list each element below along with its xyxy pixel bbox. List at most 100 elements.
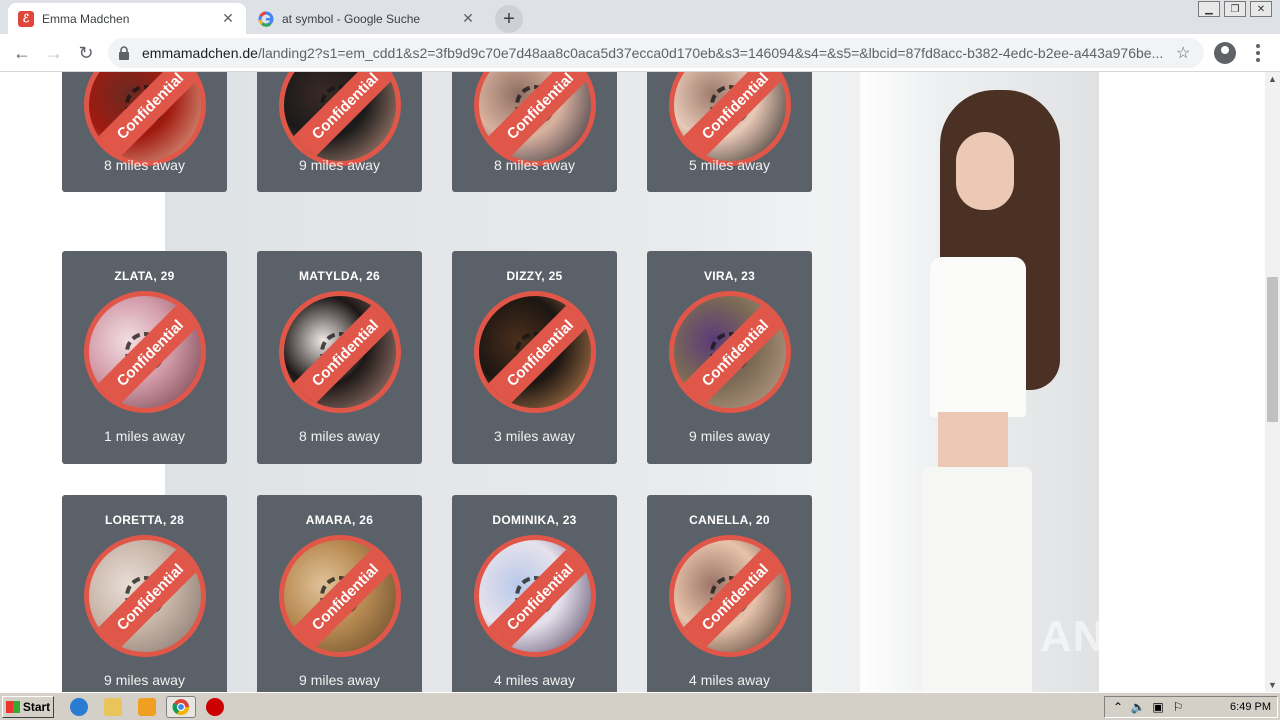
profile-distance: 1 miles away <box>104 428 185 444</box>
profile-avatar[interactable]: Confidential <box>84 72 206 166</box>
clock: 6:49 PM <box>1230 701 1271 713</box>
model-photo <box>860 72 1099 692</box>
profile-avatar[interactable]: Confidential <box>279 72 401 166</box>
confidential-ribbon: Confidential <box>284 540 396 652</box>
windows-taskbar: Start ⌃ 🔈 ▣ ⚐ 6:49 PM <box>0 692 1280 720</box>
close-tab-icon[interactable]: ✕ <box>460 10 476 27</box>
tab-strip: ℰ Emma Madchen ✕ at symbol - Google Such… <box>0 0 1280 34</box>
reload-icon[interactable]: ↻ <box>74 41 98 65</box>
profile-card[interactable]: DOMINIKA, 23 Confidential 4 miles away <box>452 495 617 692</box>
profile-card[interactable]: Confidential 8 miles away <box>62 72 227 192</box>
profile-card[interactable]: ZLATA, 29 Confidential 1 miles away <box>62 251 227 464</box>
profile-avatar-icon[interactable] <box>1214 42 1236 64</box>
profile-name: CANELLA, 20 <box>689 513 770 527</box>
tab-google-search[interactable]: at symbol - Google Suche ✕ <box>248 3 486 34</box>
profile-avatar[interactable]: Confidential <box>474 291 596 413</box>
close-tab-icon[interactable]: ✕ <box>220 10 236 27</box>
tab-emma-madchen[interactable]: ℰ Emma Madchen ✕ <box>8 3 246 34</box>
profile-avatar[interactable]: Confidential <box>669 72 791 166</box>
profile-distance: 5 miles away <box>689 157 770 173</box>
new-tab-button[interactable]: + <box>495 5 523 33</box>
profile-name: LORETTA, 28 <box>104 513 185 527</box>
scroll-up-icon[interactable]: ▲ <box>1268 74 1277 84</box>
profile-distance: 3 miles away <box>494 428 575 444</box>
chrome-taskbar-button[interactable] <box>166 696 196 718</box>
profile-name: MATYLDA, 26 <box>298 269 381 283</box>
volume-icon[interactable]: 🔈 <box>1131 700 1146 714</box>
profile-distance: 9 miles away <box>299 157 380 173</box>
profile-distance: 8 miles away <box>494 157 575 173</box>
url-text: emmamadchen.de/landing2?s1=em_cdd1&s2=3f… <box>142 45 1170 61</box>
address-bar[interactable]: emmamadchen.de/landing2?s1=em_cdd1&s2=3f… <box>108 38 1204 68</box>
page-scrollbar[interactable]: ▲ ▼ <box>1265 72 1280 692</box>
profile-avatar[interactable]: Confidential <box>669 291 791 413</box>
profile-card[interactable]: MATYLDA, 26 Confidential 8 miles away <box>257 251 422 464</box>
stop-icon[interactable] <box>206 698 224 716</box>
profile-distance: 4 miles away <box>494 672 575 688</box>
profile-name: AMARA, 26 <box>305 513 374 527</box>
profile-name: VIRA, 23 <box>703 269 756 283</box>
network-icon[interactable]: ▣ <box>1151 700 1165 714</box>
profile-card[interactable]: CANELLA, 20 Confidential 4 miles away <box>647 495 812 692</box>
forward-arrow-icon[interactable]: → <box>42 41 66 65</box>
back-arrow-icon[interactable]: ← <box>10 41 34 65</box>
profile-card[interactable]: AMARA, 26 Confidential 9 miles away <box>257 495 422 692</box>
profile-card[interactable]: VIRA, 23 Confidential 9 miles away <box>647 251 812 464</box>
profile-name: DIZZY, 25 <box>506 269 563 283</box>
profile-distance: 8 miles away <box>299 428 380 444</box>
confidential-ribbon: Confidential <box>479 296 591 408</box>
profile-card[interactable]: Confidential 9 miles away <box>257 72 422 192</box>
profile-card[interactable]: Confidential 5 miles away <box>647 72 812 192</box>
scroll-down-icon[interactable]: ▼ <box>1268 680 1277 690</box>
google-favicon-icon <box>258 11 274 27</box>
emma-favicon-icon: ℰ <box>18 10 34 27</box>
browser-menu-icon[interactable] <box>1248 42 1268 64</box>
profile-distance: 4 miles away <box>689 672 770 688</box>
restore-icon[interactable]: ❐ <box>1224 1 1246 17</box>
profile-card[interactable]: LORETTA, 28 Confidential 9 miles away <box>62 495 227 692</box>
system-tray: ⌃ 🔈 ▣ ⚐ 6:49 PM <box>1104 696 1278 718</box>
confidential-ribbon: Confidential <box>674 296 786 408</box>
page-viewport: Confidential 8 miles away Confidential 9 mi… <box>0 72 1265 692</box>
tab-title: Emma Madchen <box>42 11 130 26</box>
confidential-ribbon: Confidential <box>284 296 396 408</box>
confidential-ribbon: Confidential <box>89 296 201 408</box>
close-window-icon[interactable]: ✕ <box>1250 1 1272 17</box>
tray-expand-icon[interactable]: ⌃ <box>1111 700 1125 714</box>
confidential-ribbon: Confidential <box>479 540 591 652</box>
profile-avatar[interactable]: Confidential <box>669 535 791 657</box>
profile-avatar[interactable]: Confidential <box>279 535 401 657</box>
start-label: Start <box>22 700 51 714</box>
action-center-flag-icon[interactable]: ⚐ <box>1171 700 1185 714</box>
browser-toolbar: ← → ↻ emmamadchen.de/landing2?s1=em_cdd1… <box>0 34 1280 72</box>
windows-flag-icon <box>5 701 20 713</box>
url-path: /landing2?s1=em_cdd1&s2=3fb9d9c70e7d48aa… <box>257 45 1164 61</box>
profile-name: ZLATA, 29 <box>114 269 175 283</box>
anyrun-watermark: ANY RUN <box>1040 612 1247 661</box>
profile-card[interactable]: Confidential 8 miles away <box>452 72 617 192</box>
media-player-icon[interactable] <box>138 698 156 716</box>
profile-avatar[interactable]: Confidential <box>279 291 401 413</box>
profile-distance: 8 miles away <box>104 157 185 173</box>
scrollbar-thumb[interactable] <box>1267 277 1278 422</box>
window-controls: ▁ ❐ ✕ <box>1198 0 1272 17</box>
bookmark-star-icon[interactable]: ☆ <box>1176 43 1194 63</box>
lock-icon <box>118 46 132 60</box>
profile-avatar[interactable]: Confidential <box>474 72 596 166</box>
minimize-icon[interactable]: ▁ <box>1198 1 1220 17</box>
confidential-ribbon: Confidential <box>89 540 201 652</box>
profile-card[interactable]: DIZZY, 25 Confidential 3 miles away <box>452 251 617 464</box>
tab-title: at symbol - Google Suche <box>282 11 421 26</box>
internet-explorer-icon[interactable] <box>70 698 88 716</box>
profile-avatar[interactable]: Confidential <box>84 291 206 413</box>
url-host: emmamadchen.de <box>142 45 258 61</box>
start-button[interactable]: Start <box>2 696 54 718</box>
profile-distance: 9 miles away <box>104 672 185 688</box>
profile-distance: 9 miles away <box>299 672 380 688</box>
profile-distance: 9 miles away <box>689 428 770 444</box>
profile-name: DOMINIKA, 23 <box>492 513 577 527</box>
file-explorer-icon[interactable] <box>104 698 122 716</box>
profile-avatar[interactable]: Confidential <box>84 535 206 657</box>
profile-avatar[interactable]: Confidential <box>474 535 596 657</box>
confidential-ribbon: Confidential <box>674 540 786 652</box>
